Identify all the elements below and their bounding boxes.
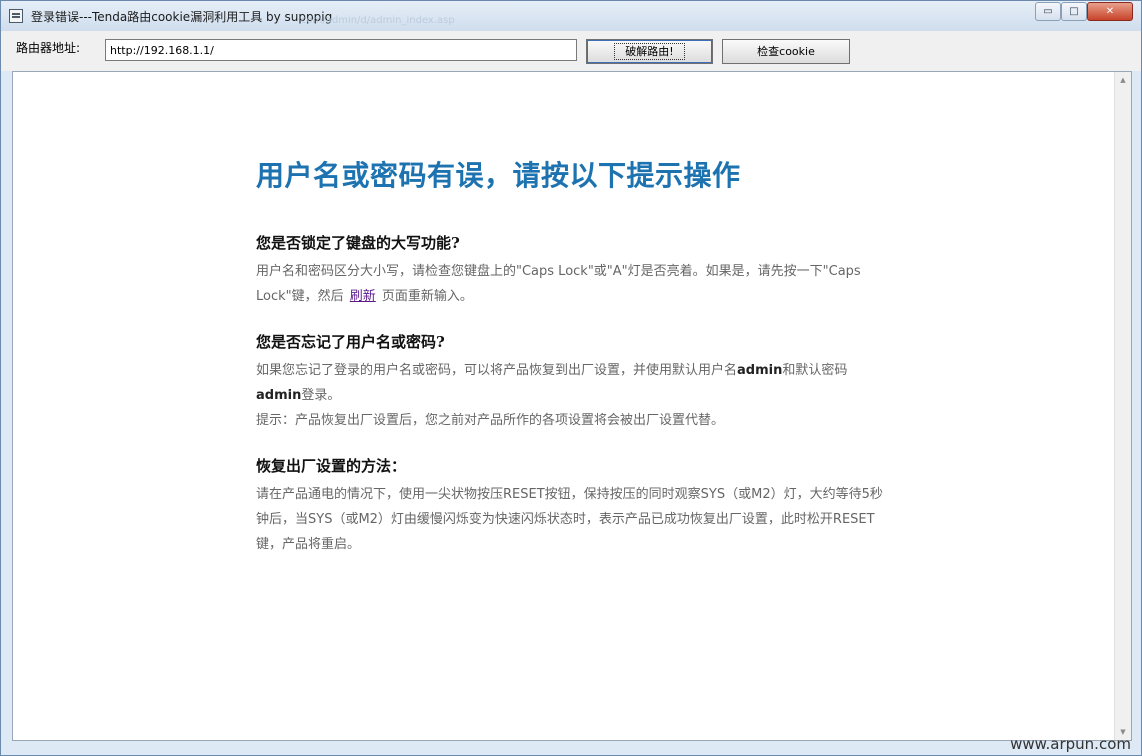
- watermark: www.arpun.com: [1010, 735, 1131, 753]
- text-fragment: 和默认密码: [782, 363, 848, 378]
- section-factory-reset: 恢复出厂设置的方法： 请在产品通电的情况下，使用一尖状物按压RESET按钮，保持…: [256, 455, 886, 557]
- default-password: admin: [256, 388, 302, 403]
- vertical-scrollbar[interactable]: ▲ ▼: [1114, 72, 1131, 740]
- section-forgot-password: 您是否忘记了用户名或密码? 如果您忘记了登录的用户名或密码，可以将产品恢复到出厂…: [256, 331, 886, 433]
- section-body: 如果您忘记了登录的用户名或密码，可以将产品恢复到出厂设置，并使用默认用户名adm…: [256, 358, 886, 433]
- minimize-button[interactable]: ▭: [1035, 2, 1061, 21]
- app-window: 登录错误---Tenda路由cookie漏洞利用工具 by supppig co…: [0, 0, 1142, 756]
- factory-reset-text: 请在产品通电的情况下，使用一尖状物按压RESET按钮，保持按压的同时观察SYS（…: [256, 487, 883, 552]
- default-username: admin: [737, 363, 783, 378]
- reset-tip-text: 提示：产品恢复出厂设置后，您之前对产品所作的各项设置将会被出厂设置代替。: [256, 413, 725, 428]
- refresh-link[interactable]: 刷新: [348, 289, 378, 304]
- section-title: 恢复出厂设置的方法：: [256, 457, 407, 475]
- section-title: 您是否忘记了用户名或密码?: [256, 333, 445, 351]
- app-icon[interactable]: [9, 9, 23, 23]
- section-title: 您是否锁定了键盘的大写功能?: [256, 234, 460, 252]
- close-button[interactable]: ✕: [1087, 2, 1133, 21]
- title-bar[interactable]: 登录错误---Tenda路由cookie漏洞利用工具 by supppig co…: [1, 1, 1141, 31]
- section-body: 用户名和密码区分大小写，请检查您键盘上的"Caps Lock"或"A"灯是否亮着…: [256, 259, 886, 309]
- text-fragment: 登录。: [301, 388, 341, 403]
- title-ghost-text: com/admin/d/admin_index.asp: [301, 15, 455, 26]
- crack-router-button[interactable]: 破解路由!: [586, 39, 713, 64]
- caps-lock-text-end: 页面重新输入。: [381, 289, 473, 304]
- window-title: 登录错误---Tenda路由cookie漏洞利用工具 by supppig: [31, 10, 333, 24]
- caps-lock-text: 用户名和密码区分大小写，请检查您键盘上的"Caps Lock"或"A"灯是否亮着…: [256, 264, 861, 304]
- browser-viewport: 用户名或密码有误，请按以下提示操作 您是否锁定了键盘的大写功能? 用户名和密码区…: [12, 71, 1132, 741]
- check-cookie-button[interactable]: 检查cookie: [722, 39, 850, 64]
- address-label: 路由器地址:: [16, 41, 81, 55]
- maximize-button[interactable]: □: [1061, 2, 1087, 21]
- scroll-up-icon[interactable]: ▲: [1115, 72, 1131, 88]
- error-page-content: 用户名或密码有误，请按以下提示操作 您是否锁定了键盘的大写功能? 用户名和密码区…: [256, 154, 886, 557]
- forgot-password-text: 如果您忘记了登录的用户名或密码，可以将产品恢复到出厂设置，并使用默认用户名adm…: [256, 358, 886, 408]
- page-heading: 用户名或密码有误，请按以下提示操作: [256, 159, 741, 192]
- toolbar: 路由器地址: 破解路由! 检查cookie: [1, 31, 1141, 71]
- address-input[interactable]: [105, 39, 577, 61]
- text-fragment: 如果您忘记了登录的用户名或密码，可以将产品恢复到出厂设置，并使用默认用户名: [256, 363, 738, 378]
- section-caps-lock: 您是否锁定了键盘的大写功能? 用户名和密码区分大小写，请检查您键盘上的"Caps…: [256, 232, 886, 309]
- crack-router-button-label: 破解路由!: [614, 43, 685, 60]
